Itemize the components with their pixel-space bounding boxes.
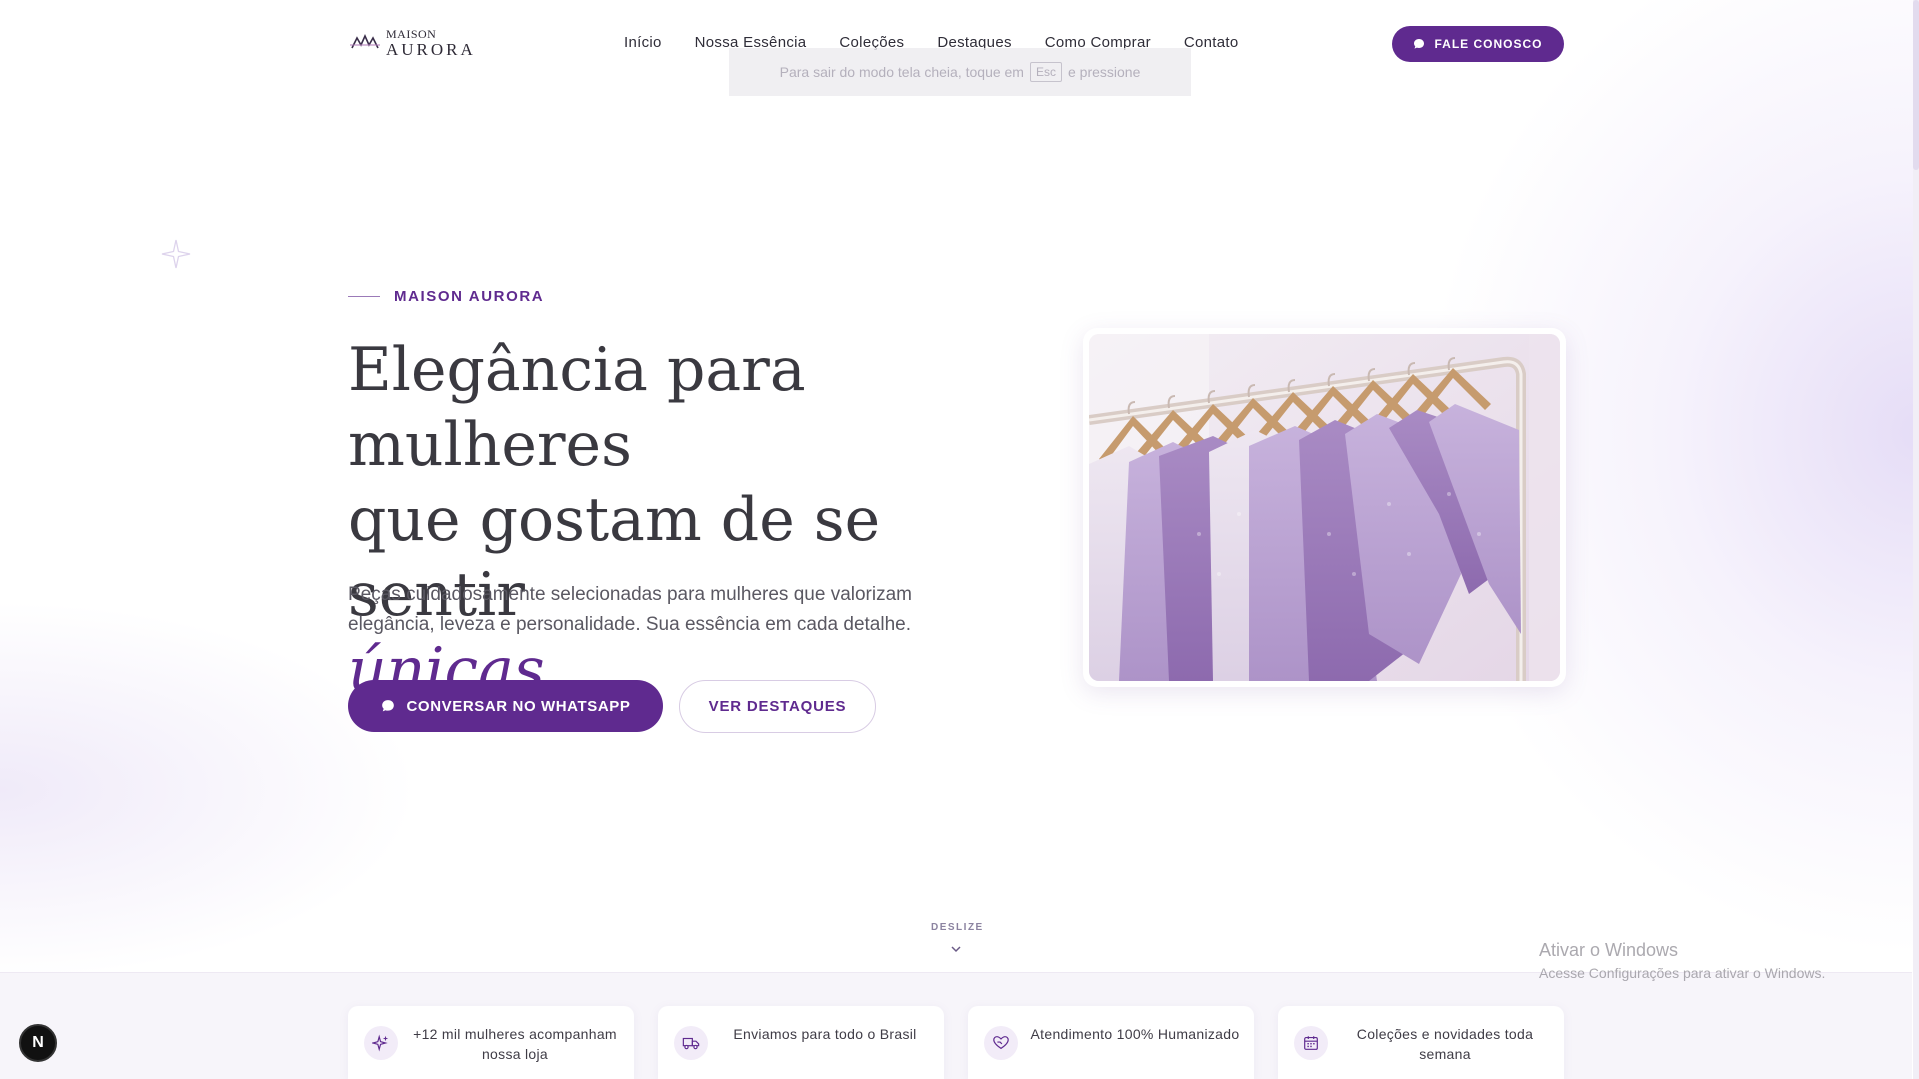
ver-destaques-button[interactable]: VER DESTAQUES (679, 680, 876, 733)
hero-image-frame (1083, 328, 1566, 687)
sparkles-icon (372, 1034, 389, 1052)
fale-conosco-button[interactable]: FALE CONOSCO (1392, 26, 1564, 62)
hero-title-line1: Elegância para mulheres (348, 335, 806, 480)
dev-tools-badge[interactable]: N (19, 1024, 57, 1062)
windows-activation-title: Ativar o Windows (1539, 940, 1679, 960)
calendar-icon (1304, 1036, 1318, 1050)
feature-icon-wrap (984, 1026, 1018, 1060)
feature-text-shipping: Enviamos para todo o Brasil (733, 1026, 917, 1042)
sparkle-icon (161, 239, 191, 269)
ver-destaques-label: VER DESTAQUES (708, 698, 847, 715)
feature-card-community: +12 mil mulheres acompanham nossa loja (348, 1006, 634, 1079)
scroll-hint[interactable]: DESLIZE (931, 922, 982, 933)
hero-eyebrow-text: MAISON AURORA (394, 288, 545, 305)
logo-text-top: MAISON (386, 27, 437, 41)
features-band (0, 972, 1912, 1079)
hero-description: Peças cuidadosamente selecionadas para m… (348, 584, 912, 635)
fullscreen-exit-toast: Para sair do modo tela cheia, toque em E… (729, 48, 1191, 96)
eyebrow-divider (348, 296, 380, 297)
feature-card-shipping: Enviamos para todo o Brasil (658, 1006, 944, 1079)
feature-text-support: Atendimento 100% Humanizado (1030, 1026, 1240, 1042)
nav-item-contato[interactable]: Contato (1184, 34, 1239, 51)
chevron-down-icon[interactable] (950, 944, 962, 954)
logo-text-bottom: AURORA (386, 40, 476, 59)
scrollbar-thumb[interactable] (1913, 0, 1919, 170)
feature-text-community: +12 mil mulheres acompanham nossa loja (413, 1026, 617, 1062)
heart-hand-icon (993, 1036, 1009, 1050)
feature-card-collections: Coleções e novidades toda semana (1278, 1006, 1564, 1079)
hero-eyebrow: MAISON AURORA (348, 288, 544, 305)
hero-title: Elegância para mulheres que gostam de se… (348, 333, 1048, 708)
page-scrollbar[interactable] (1913, 0, 1919, 1079)
hero-image-clothing-rack (1089, 334, 1560, 681)
brand-logo[interactable]: MAISON AURORA (350, 28, 476, 58)
feature-text-collections: Coleções e novidades toda semana (1356, 1026, 1534, 1062)
feature-icon-wrap (364, 1026, 398, 1060)
chat-bubble-icon (381, 700, 394, 712)
chat-bubble-icon (1414, 39, 1425, 49)
fale-conosco-label: FALE CONOSCO (1434, 37, 1543, 51)
feature-card-support: Atendimento 100% Humanizado (968, 1006, 1254, 1079)
logo-mark-icon (350, 34, 380, 49)
whatsapp-button-label: CONVERSAR NO WHATSAPP (406, 697, 631, 715)
windows-activation-subtitle: Acesse Configurações para ativar o Windo… (1539, 965, 1826, 981)
feature-icon-wrap (674, 1026, 708, 1060)
whatsapp-button[interactable]: CONVERSAR NO WHATSAPP (348, 680, 663, 732)
fullscreen-key: Esc (1029, 62, 1062, 82)
fullscreen-hint-before: Para sair do modo tela cheia, toque em (779, 64, 1024, 80)
clothing-rack-illustration (1089, 334, 1560, 681)
nav-item-inicio[interactable]: Início (624, 34, 662, 51)
fullscreen-hint-after: e pressione (1068, 64, 1141, 80)
truck-icon (682, 1037, 700, 1050)
feature-icon-wrap (1294, 1026, 1328, 1060)
